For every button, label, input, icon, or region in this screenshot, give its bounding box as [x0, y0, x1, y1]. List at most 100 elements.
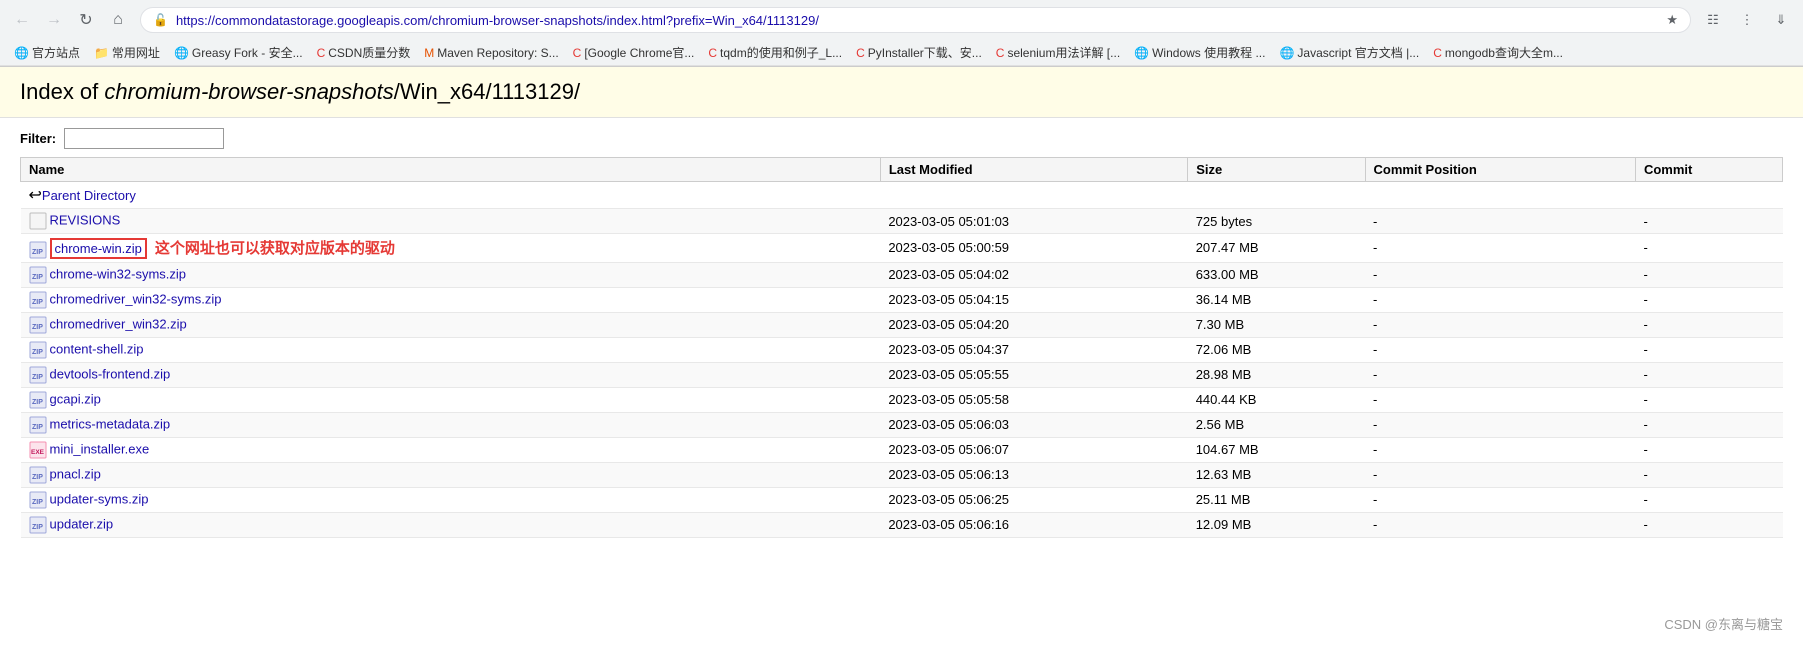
- back-button[interactable]: ←: [8, 6, 36, 34]
- commit-pos-cell: -: [1365, 487, 1635, 512]
- commit-pos-cell: -: [1365, 287, 1635, 312]
- size-cell: 12.63 MB: [1188, 462, 1365, 487]
- name-cell: ZIP chrome-win32-syms.zip: [21, 262, 881, 287]
- modified-cell: 2023-03-05 05:06:03: [880, 412, 1187, 437]
- name-cell: ZIPupdater.zip: [21, 512, 881, 537]
- bookmark-icon: 🌐: [1279, 46, 1294, 60]
- table-row: ↩Parent Directory: [21, 182, 1783, 209]
- svg-text:ZIP: ZIP: [32, 399, 43, 406]
- zip-icon: ZIP: [29, 366, 47, 384]
- page-content: Index of chromium-browser-snapshots/Win_…: [0, 67, 1803, 567]
- bookmark-guanfang[interactable]: 🌐 官方站点: [8, 42, 86, 63]
- bookmark-javascript[interactable]: 🌐 Javascript 官方文档 |...: [1273, 42, 1425, 63]
- name-cell: ZIP chromedriver_win32-syms.zip: [21, 287, 881, 312]
- file-link[interactable]: chromedriver_win32-syms.zip: [50, 291, 222, 306]
- bookmark-label: Windows 使用教程 ...: [1152, 44, 1265, 61]
- bookmark-label: selenium用法详解 [...: [1007, 44, 1120, 61]
- bookmark-label: [Google Chrome官...: [584, 44, 694, 61]
- col-modified: Last Modified: [880, 158, 1187, 182]
- table-row: ZIPcontent-shell.zip 2023-03-05 05:04:37…: [21, 337, 1783, 362]
- table-row: ZIPpnacl.zip 2023-03-05 05:06:13 12.63 M…: [21, 462, 1783, 487]
- bookmark-label: CSDN质量分数: [328, 44, 410, 61]
- modified-cell: 2023-03-05 05:01:03: [880, 209, 1187, 234]
- bookmark-greasyfork[interactable]: 🌐 Greasy Fork - 安全...: [168, 42, 309, 63]
- table-header-row: Name Last Modified Size Commit Position …: [21, 158, 1783, 182]
- bookmark-tqdm[interactable]: C tqdm的使用和例子_L...: [702, 42, 848, 63]
- name-cell: ZIP updater-syms.zip: [21, 487, 881, 512]
- zip-icon: ZIP: [29, 466, 47, 484]
- bookmark-maven[interactable]: M Maven Repository: S...: [418, 44, 564, 62]
- bookmark-csdn[interactable]: C CSDN质量分数: [311, 42, 417, 63]
- commit-pos-cell: -: [1365, 337, 1635, 362]
- home-button[interactable]: ⌂: [104, 6, 132, 34]
- modified-cell: 2023-03-05 05:06:16: [880, 512, 1187, 537]
- size-cell: 2.56 MB: [1188, 412, 1365, 437]
- svg-text:ZIP: ZIP: [32, 299, 43, 306]
- file-link[interactable]: content-shell.zip: [50, 341, 144, 356]
- menu-icon[interactable]: ⋮: [1733, 6, 1761, 34]
- table-row: ZIPchromedriver_win32-syms.zip 2023-03-0…: [21, 287, 1783, 312]
- file-link[interactable]: devtools-frontend.zip: [50, 366, 171, 381]
- bookmark-chrome[interactable]: C [Google Chrome官...: [567, 42, 701, 63]
- svg-text:ZIP: ZIP: [32, 499, 43, 506]
- bookmark-label: 常用网址: [112, 44, 160, 61]
- name-cell: REVISIONS: [21, 209, 881, 234]
- file-link[interactable]: pnacl.zip: [50, 466, 101, 481]
- file-link[interactable]: gcapi.zip: [50, 391, 101, 406]
- address-bar-right: ★: [1666, 12, 1678, 28]
- download-icon[interactable]: ⇓: [1767, 6, 1795, 34]
- title-rest: /Win_x64/1113129/: [394, 79, 580, 104]
- commit-cell: -: [1635, 387, 1782, 412]
- file-link[interactable]: updater-syms.zip: [50, 491, 149, 506]
- modified-cell: 2023-03-05 05:04:02: [880, 262, 1187, 287]
- bookmark-pyinstaller[interactable]: C PyInstaller下载、安...: [850, 42, 988, 63]
- bookmark-selenium[interactable]: C selenium用法详解 [...: [990, 42, 1126, 63]
- modified-cell: 2023-03-05 05:06:25: [880, 487, 1187, 512]
- bookmark-changyong[interactable]: 📁 常用网址: [88, 42, 166, 63]
- file-link[interactable]: REVISIONS: [50, 212, 121, 227]
- file-link[interactable]: chrome-win32-syms.zip: [50, 266, 187, 281]
- svg-text:ZIP: ZIP: [32, 474, 43, 481]
- svg-text:ZIP: ZIP: [32, 274, 43, 281]
- zip-icon: ZIP: [29, 316, 47, 334]
- file-link[interactable]: metrics-metadata.zip: [50, 416, 171, 431]
- zip-icon: ZIP: [29, 516, 47, 534]
- commit-cell: -: [1635, 362, 1782, 387]
- file-icon: [29, 212, 47, 230]
- title-prefix: Index of: [20, 79, 104, 104]
- modified-cell: 2023-03-05 05:04:20: [880, 312, 1187, 337]
- bookmark-mongodb[interactable]: C mongodb查询大全m...: [1427, 42, 1569, 63]
- commit-pos-cell: -: [1365, 209, 1635, 234]
- reload-button[interactable]: ↻: [72, 6, 100, 34]
- folder-icon: 📁: [94, 46, 109, 60]
- parent-dir-link[interactable]: Parent Directory: [42, 188, 136, 203]
- zip-icon: ZIP: [29, 241, 47, 259]
- file-link[interactable]: chrome-win.zip: [50, 238, 147, 259]
- col-commit: Commit: [1635, 158, 1782, 182]
- commit-cell: [1635, 182, 1782, 209]
- filter-input[interactable]: [64, 128, 224, 149]
- commit-pos-cell: -: [1365, 312, 1635, 337]
- commit-cell: -: [1635, 287, 1782, 312]
- size-cell: 36.14 MB: [1188, 287, 1365, 312]
- star-icon[interactable]: ★: [1666, 12, 1678, 28]
- bookmarks-bar: 🌐 官方站点 📁 常用网址 🌐 Greasy Fork - 安全... C CS…: [0, 40, 1803, 66]
- browser-toolbar: ← → ↻ ⌂ 🔓 ★ ☷ ⋮ ⇓: [0, 0, 1803, 40]
- forward-button[interactable]: →: [40, 6, 68, 34]
- name-cell: ZIPmetrics-metadata.zip: [21, 412, 881, 437]
- file-link[interactable]: mini_installer.exe: [50, 441, 150, 456]
- name-cell: ZIPchromedriver_win32.zip: [21, 312, 881, 337]
- bookmark-icon: 🌐: [1134, 46, 1149, 60]
- name-cell: ZIPdevtools-frontend.zip: [21, 362, 881, 387]
- table-row: EXEmini_installer.exe 2023-03-05 05:06:0…: [21, 437, 1783, 462]
- bookmark-windows[interactable]: 🌐 Windows 使用教程 ...: [1128, 42, 1271, 63]
- bookmark-label: mongodb查询大全m...: [1445, 44, 1563, 61]
- file-link[interactable]: chromedriver_win32.zip: [50, 316, 187, 331]
- commit-cell: -: [1635, 437, 1782, 462]
- table-row: ZIPgcapi.zip 2023-03-05 05:05:58 440.44 …: [21, 387, 1783, 412]
- address-bar[interactable]: 🔓 ★: [140, 7, 1691, 33]
- address-input[interactable]: [176, 13, 1658, 28]
- extensions-icon[interactable]: ☷: [1699, 6, 1727, 34]
- file-link[interactable]: updater.zip: [50, 516, 114, 531]
- name-cell: ZIP gcapi.zip: [21, 387, 881, 412]
